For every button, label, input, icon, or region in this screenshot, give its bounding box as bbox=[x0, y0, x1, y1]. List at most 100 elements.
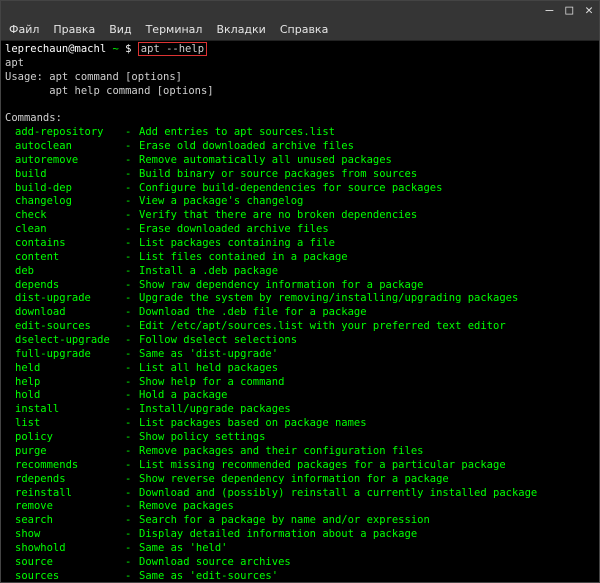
command-name: changelog bbox=[5, 195, 125, 209]
command-row: showhold- Same as 'held' bbox=[5, 542, 595, 556]
command-row: source- Download source archives bbox=[5, 556, 595, 570]
separator: - bbox=[125, 209, 139, 223]
command-desc: Erase old downloaded archive files bbox=[139, 140, 595, 154]
command-name: add-repository bbox=[5, 126, 125, 140]
command-row: clean- Erase downloaded archive files bbox=[5, 223, 595, 237]
close-icon[interactable]: ✕ bbox=[585, 4, 593, 17]
command-name: policy bbox=[5, 431, 125, 445]
command-row: sources- Same as 'edit-sources' bbox=[5, 570, 595, 582]
separator: - bbox=[125, 487, 139, 501]
command-name: install bbox=[5, 403, 125, 417]
command-desc: Remove packages and their configuration … bbox=[139, 445, 595, 459]
separator: - bbox=[125, 362, 139, 376]
command-desc: Install/upgrade packages bbox=[139, 403, 595, 417]
separator: - bbox=[125, 570, 139, 582]
menu-edit[interactable]: Правка bbox=[53, 23, 95, 36]
command-desc: Erase downloaded archive files bbox=[139, 223, 595, 237]
command-desc: Remove packages bbox=[139, 500, 595, 514]
command-name: dselect-upgrade bbox=[5, 334, 125, 348]
command-name: autoremove bbox=[5, 154, 125, 168]
command-name: hold bbox=[5, 389, 125, 403]
command-name: held bbox=[5, 362, 125, 376]
menubar: Файл Правка Вид Терминал Вкладки Справка bbox=[1, 19, 599, 41]
command-row: dist-upgrade- Upgrade the system by remo… bbox=[5, 292, 595, 306]
command-desc: List packages containing a file bbox=[139, 237, 595, 251]
menu-terminal[interactable]: Терминал bbox=[146, 23, 203, 36]
command-desc: Same as 'edit-sources' bbox=[139, 570, 595, 582]
command-name: build bbox=[5, 168, 125, 182]
separator: - bbox=[125, 389, 139, 403]
command-name: full-upgrade bbox=[5, 348, 125, 362]
command-desc: Show help for a command bbox=[139, 376, 595, 390]
separator: - bbox=[125, 168, 139, 182]
command-desc: Download the .deb file for a package bbox=[139, 306, 595, 320]
commands-heading: Commands: bbox=[5, 112, 62, 124]
command-name: showhold bbox=[5, 542, 125, 556]
command-row: search- Search for a package by name and… bbox=[5, 514, 595, 528]
separator: - bbox=[125, 154, 139, 168]
separator: - bbox=[125, 417, 139, 431]
command-desc: Same as 'dist-upgrade' bbox=[139, 348, 595, 362]
command-row: rdepends- Show reverse dependency inform… bbox=[5, 473, 595, 487]
separator: - bbox=[125, 279, 139, 293]
command-row: changelog- View a package's changelog bbox=[5, 195, 595, 209]
command-name: deb bbox=[5, 265, 125, 279]
command-desc: List files contained in a package bbox=[139, 251, 595, 265]
command-row: policy- Show policy settings bbox=[5, 431, 595, 445]
maximize-icon[interactable]: □ bbox=[565, 4, 573, 17]
separator: - bbox=[125, 265, 139, 279]
command-row: help- Show help for a command bbox=[5, 376, 595, 390]
separator: - bbox=[125, 542, 139, 556]
command-name: check bbox=[5, 209, 125, 223]
command-desc: List all held packages bbox=[139, 362, 595, 376]
separator: - bbox=[125, 292, 139, 306]
command-desc: Follow dselect selections bbox=[139, 334, 595, 348]
titlebar: — □ ✕ bbox=[1, 1, 599, 19]
separator: - bbox=[125, 320, 139, 334]
command-desc: Install a .deb package bbox=[139, 265, 595, 279]
command-name: list bbox=[5, 417, 125, 431]
command-row: held- List all held packages bbox=[5, 362, 595, 376]
command-row: autoremove- Remove automatically all unu… bbox=[5, 154, 595, 168]
command-desc: Edit /etc/apt/sources.list with your pre… bbox=[139, 320, 595, 334]
separator: - bbox=[125, 556, 139, 570]
minimize-icon[interactable]: — bbox=[546, 4, 554, 17]
terminal-viewport[interactable]: leprechaun@machl ~ $ apt --help apt Usag… bbox=[1, 41, 599, 582]
menu-view[interactable]: Вид bbox=[109, 23, 131, 36]
command-desc: Add entries to apt sources.list bbox=[139, 126, 595, 140]
separator: - bbox=[125, 251, 139, 265]
command-desc: List packages based on package names bbox=[139, 417, 595, 431]
separator: - bbox=[125, 459, 139, 473]
command-name: contains bbox=[5, 237, 125, 251]
terminal-window: — □ ✕ Файл Правка Вид Терминал Вкладки С… bbox=[0, 0, 600, 583]
command-desc: Display detailed information about a pac… bbox=[139, 528, 595, 542]
menu-tabs[interactable]: Вкладки bbox=[216, 23, 265, 36]
separator: - bbox=[125, 195, 139, 209]
menu-help[interactable]: Справка bbox=[280, 23, 328, 36]
command-name: depends bbox=[5, 279, 125, 293]
commands-list: add-repository- Add entries to apt sourc… bbox=[5, 126, 595, 582]
command-desc: Hold a package bbox=[139, 389, 595, 403]
command-desc: Search for a package by name and/or expr… bbox=[139, 514, 595, 528]
command-name: sources bbox=[5, 570, 125, 582]
command-row: list- List packages based on package nam… bbox=[5, 417, 595, 431]
command-name: remove bbox=[5, 500, 125, 514]
prompt-cwd: ~ bbox=[112, 43, 118, 55]
command-desc: Verify that there are no broken dependen… bbox=[139, 209, 595, 223]
command-desc: View a package's changelog bbox=[139, 195, 595, 209]
command-name: reinstall bbox=[5, 487, 125, 501]
command-name: search bbox=[5, 514, 125, 528]
command-row: depends- Show raw dependency information… bbox=[5, 279, 595, 293]
command-name: recommends bbox=[5, 459, 125, 473]
separator: - bbox=[125, 376, 139, 390]
output-header: apt bbox=[5, 57, 24, 69]
command-row: hold- Hold a package bbox=[5, 389, 595, 403]
separator: - bbox=[125, 500, 139, 514]
command-row: purge- Remove packages and their configu… bbox=[5, 445, 595, 459]
separator: - bbox=[125, 348, 139, 362]
separator: - bbox=[125, 528, 139, 542]
command-row: show- Display detailed information about… bbox=[5, 528, 595, 542]
command-row: remove- Remove packages bbox=[5, 500, 595, 514]
command-name: clean bbox=[5, 223, 125, 237]
menu-file[interactable]: Файл bbox=[9, 23, 39, 36]
